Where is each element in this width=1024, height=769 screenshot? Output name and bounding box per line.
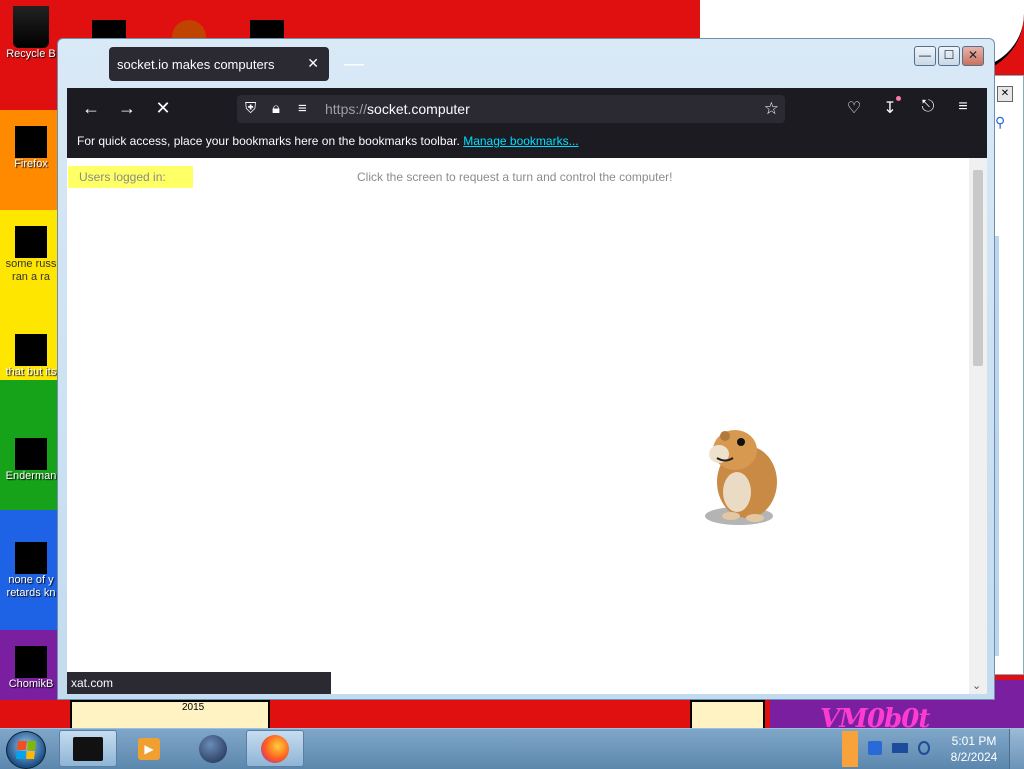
users-logged-in-label: Users logged in: (68, 166, 193, 188)
bookmarks-message: For quick access, place your bookmarks h… (77, 134, 460, 148)
tab-active[interactable]: socket.io makes computers ✕ (109, 47, 329, 81)
desktop-icon-shortcut[interactable]: that but its (0, 334, 62, 379)
taskbar-item-globe[interactable] (184, 730, 242, 767)
desktop-icon-media[interactable]: none of y retards kn (0, 542, 62, 600)
system-tray (840, 729, 940, 769)
desktop-icon-recycle-bin[interactable]: Recycle B (0, 6, 62, 61)
url-bar[interactable]: ⛨ 🔒︎ ≡ https://socket.computer ☆ (237, 95, 785, 123)
firefox-icon (15, 126, 47, 158)
search-icon[interactable]: ⚲ (995, 114, 1005, 131)
desktop-icon-label: Firefox (14, 158, 48, 170)
clock-date: 8/2/2024 (950, 750, 998, 764)
browser-window[interactable]: — ☐ ✕ socket.io makes computers ✕ — ← → … (57, 38, 995, 700)
shortcut-icon (15, 334, 47, 366)
background-window[interactable]: ✕ ⚲ (990, 75, 1024, 675)
taskbar-item-media-player[interactable]: ▶ (120, 730, 178, 767)
download-indicator-dot (896, 96, 901, 101)
tray-app-icon[interactable] (842, 731, 858, 767)
firefox-icon (261, 734, 289, 763)
desktop-icon-document[interactable]: some russ ran a ra (0, 226, 62, 284)
url-text[interactable]: https://socket.computer (325, 101, 470, 117)
status-bar-url: xat.com (67, 672, 331, 694)
maximize-button[interactable]: ☐ (938, 46, 960, 66)
media-icon (15, 542, 47, 574)
document-icon (15, 226, 47, 258)
globe-icon (199, 734, 227, 763)
url-host: socket.computer (367, 101, 470, 117)
taskbar-item-window[interactable] (59, 730, 117, 767)
forward-arrow-icon[interactable]: → (115, 98, 139, 119)
close-icon[interactable]: ✕ (997, 86, 1013, 102)
hamster-app-icon (15, 646, 47, 678)
desktop-icon-label: that but its (5, 366, 57, 378)
desktop-icon-label: ChomikB (8, 678, 54, 690)
manage-bookmarks-link[interactable]: Manage bookmarks... (463, 134, 578, 148)
desktop-icon-label: Recycle B (6, 48, 56, 60)
shield-icon[interactable]: ⛨ (245, 100, 256, 117)
desktop-icon-chomik[interactable]: ChomikB (0, 646, 62, 691)
wallpaper-panel: 2015 (70, 700, 270, 730)
show-desktop-button[interactable] (1009, 729, 1024, 769)
lock-icon[interactable]: 🔒︎ (272, 100, 280, 117)
window-controls: — ☐ ✕ (914, 46, 984, 66)
tray-volume-icon[interactable] (918, 741, 930, 755)
start-button[interactable] (6, 731, 46, 769)
desktop-icon-label: Enderman (5, 470, 57, 482)
hamster-image (705, 430, 777, 525)
windows-logo-icon (16, 741, 36, 759)
page-content[interactable]: Users logged in: Click the screen to req… (67, 158, 987, 694)
scrollbar-thumb[interactable] (973, 170, 983, 366)
wallpaper-text: 2015 (182, 702, 205, 713)
taskbar: ▶ 5:01 PM 8/2/2024 (0, 728, 1024, 769)
tray-display-icon[interactable] (892, 743, 908, 753)
app-window-icon (73, 736, 103, 761)
enderman-icon (15, 438, 47, 470)
clock-time: 5:01 PM (951, 734, 997, 748)
desktop-icon-firefox[interactable]: Firefox (0, 126, 62, 171)
permissions-icon[interactable]: ≡ (298, 100, 307, 117)
bookmark-star-icon[interactable]: ☆ (764, 99, 779, 119)
bookmarks-toolbar: For quick access, place your bookmarks h… (77, 134, 579, 148)
taskbar-clock[interactable]: 5:01 PM 8/2/2024 (944, 733, 1004, 765)
desktop-icon-label: none of y retards kn (6, 574, 56, 599)
tab-title: socket.io makes computers (117, 57, 275, 72)
downloads-icon[interactable]: ↧ (879, 98, 901, 118)
stop-loading-icon[interactable]: ✕ (151, 98, 175, 119)
tray-network-icon[interactable] (868, 741, 882, 755)
media-player-icon: ▶ (138, 737, 160, 760)
close-button[interactable]: ✕ (962, 46, 984, 66)
menu-icon[interactable]: ≡ (952, 98, 974, 116)
navigation-toolbar: ← → ✕ ⛨ 🔒︎ ≡ https://socket.computer ☆ ♡… (67, 88, 987, 158)
url-scheme: https:// (325, 101, 368, 117)
extensions-icon[interactable]: ⎋ (917, 98, 939, 116)
pocket-icon[interactable]: ♡ (843, 98, 865, 118)
instruction-text: Click the screen to request a turn and c… (357, 170, 673, 184)
scroll-down-arrow-icon[interactable]: ⌄ (972, 679, 981, 692)
desktop-icon-enderman[interactable]: Enderman (0, 438, 62, 483)
desktop-icon-label: some russ ran a ra (5, 258, 57, 283)
new-tab-icon[interactable]: — (344, 53, 364, 76)
taskbar-item-firefox[interactable] (246, 730, 304, 767)
back-arrow-icon[interactable]: ← (79, 98, 103, 119)
tab-close-icon[interactable]: ✕ (307, 55, 319, 72)
minimize-button[interactable]: — (914, 46, 936, 66)
vertical-scrollbar[interactable]: ⌄ (969, 158, 987, 694)
recycle-bin-icon (13, 6, 49, 48)
